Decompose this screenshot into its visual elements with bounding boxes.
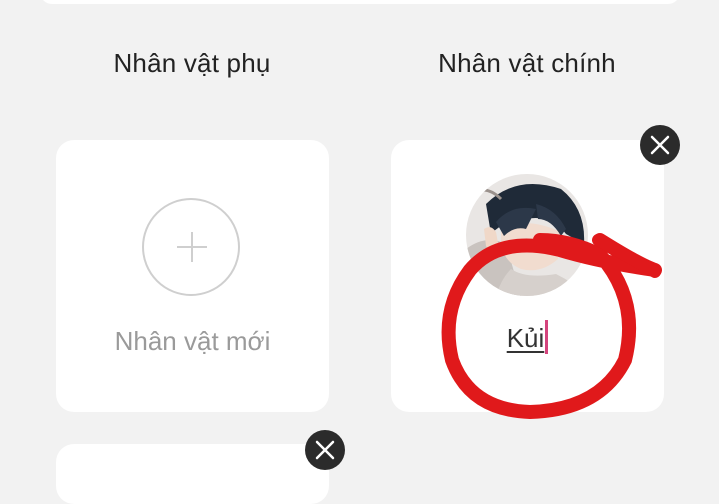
- character-name-value[interactable]: Kủi: [507, 323, 545, 354]
- character-avatar[interactable]: [466, 174, 588, 296]
- supporting-characters-title: Nhân vật phụ: [113, 48, 271, 78]
- main-character-title: Nhân vật chính: [438, 48, 616, 78]
- close-icon[interactable]: [640, 125, 680, 165]
- new-character-label: Nhân vật mới: [114, 326, 271, 356]
- top-panel-edge: [40, 0, 680, 4]
- close-icon[interactable]: [305, 430, 345, 470]
- text-caret: [545, 320, 549, 354]
- character-name-field[interactable]: Kủi: [391, 320, 664, 354]
- main-character-card[interactable]: Kủi: [391, 140, 664, 412]
- new-character-card[interactable]: Nhân vật mới: [56, 140, 329, 412]
- next-character-card[interactable]: [56, 444, 329, 504]
- plus-icon[interactable]: [142, 198, 240, 296]
